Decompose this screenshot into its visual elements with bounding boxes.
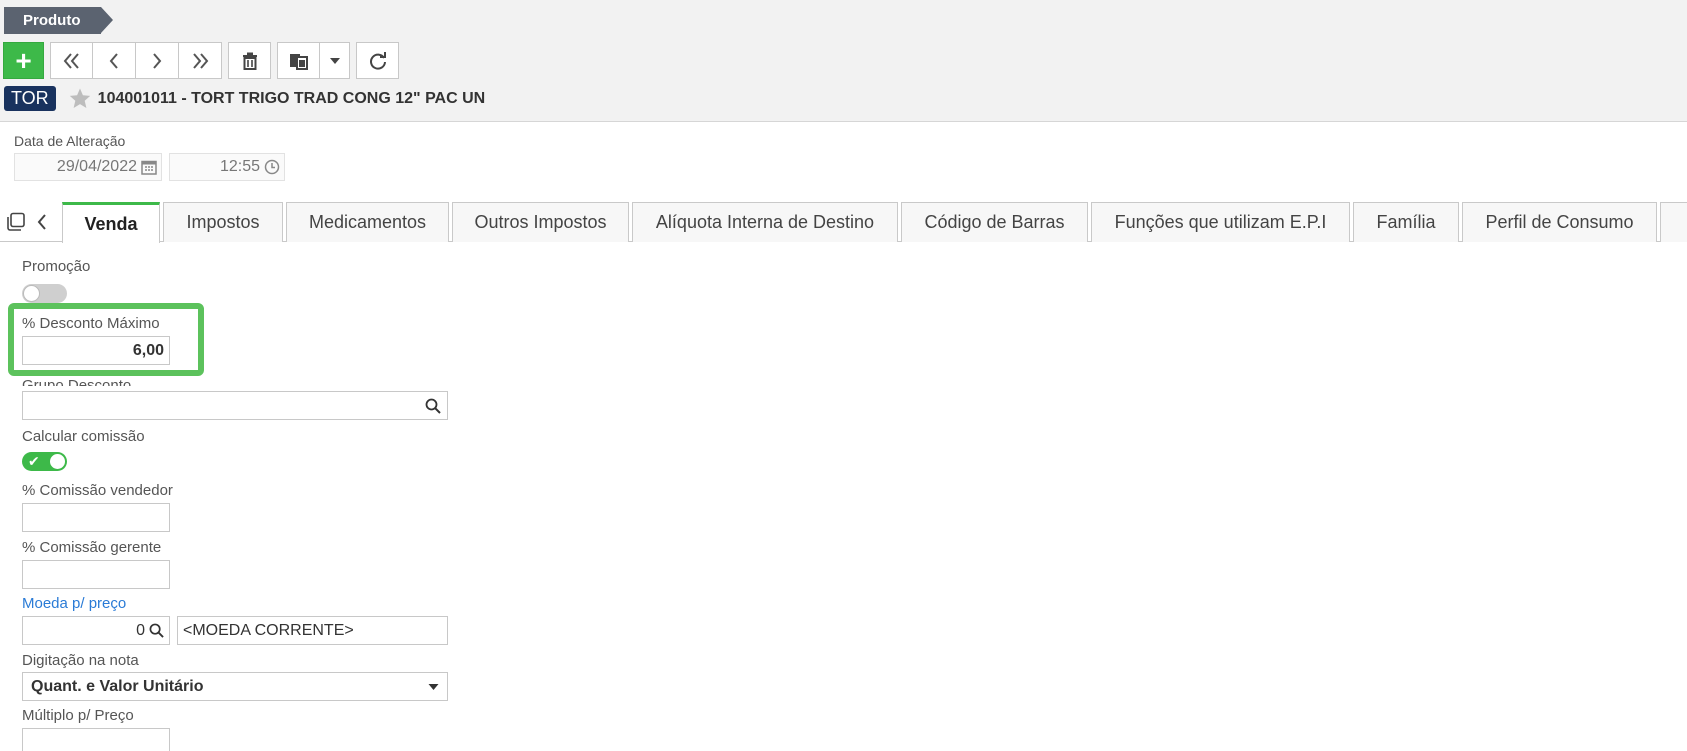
navigation-group [50, 42, 222, 79]
desconto-maximo-input[interactable]: 6,00 [22, 336, 170, 365]
multiplo-preco-input[interactable] [22, 728, 170, 751]
copy-icon [289, 53, 308, 70]
add-button[interactable]: + [3, 42, 44, 79]
record-toolbar: + [3, 42, 399, 79]
trash-icon [242, 52, 257, 70]
comissao-gerente-input[interactable] [22, 560, 170, 589]
record-title: 104001011 - TORT TRIGO TRAD CONG 12" PAC… [97, 89, 486, 107]
caret-down-icon [329, 57, 340, 64]
tab-funcoes-epi[interactable]: Funções que utilizam E.P.I [1091, 202, 1350, 242]
desconto-maximo-label: % Desconto Máximo [22, 315, 160, 332]
multiplo-preco-label: Múltiplo p/ Preço [22, 707, 134, 724]
tab-impostos[interactable]: Impostos [163, 202, 283, 242]
toggle-knob [23, 285, 40, 302]
first-record-button[interactable] [50, 42, 93, 79]
moeda-preco-description: <MOEDA CORRENTE> [177, 616, 448, 645]
moeda-preco-code-input[interactable]: 0 [22, 616, 170, 645]
alteration-time-field: 12:55 [169, 153, 285, 181]
tab-bar: Venda Impostos Medicamentos Outros Impos… [0, 202, 1687, 243]
breadcrumb-item-produto[interactable]: Produto [4, 7, 112, 34]
clock-icon [264, 159, 280, 175]
tab-medicamentos[interactable]: Medicamentos [286, 202, 449, 242]
moeda-preco-label[interactable]: Moeda p/ preço [22, 595, 126, 612]
double-chevron-left-icon [63, 52, 79, 69]
alteration-date-label: Data de Alteração [14, 133, 126, 149]
caret-down-icon [428, 683, 439, 690]
tab-perfil-consumo[interactable]: Perfil de Consumo [1462, 202, 1657, 242]
star-icon[interactable] [69, 88, 91, 109]
digitacao-nota-select[interactable]: Quant. e Valor Unitário [22, 672, 448, 701]
alteration-date-field: 29/04/2022 [14, 153, 162, 181]
refresh-icon [369, 51, 386, 70]
tab-scroll-left-button[interactable] [36, 212, 48, 232]
tab-aliquota-interna-destino[interactable]: Alíquota Interna de Destino [632, 202, 898, 242]
promocao-toggle[interactable] [22, 284, 67, 303]
calendar-icon [141, 160, 157, 175]
search-icon[interactable] [149, 623, 164, 638]
grupo-desconto-label: Grupo Desconto [22, 377, 132, 386]
calcular-comissao-toggle[interactable]: ✔ [22, 452, 67, 471]
plus-icon: + [15, 44, 32, 76]
chevron-left-icon [109, 52, 118, 69]
digitacao-nota-label: Digitação na nota [22, 652, 139, 669]
double-chevron-right-icon [193, 52, 209, 69]
comissao-vendedor-label: % Comissão vendedor [22, 482, 173, 499]
digitacao-nota-value: Quant. e Valor Unitário [31, 677, 204, 695]
tabs-overview-icon [7, 212, 25, 231]
previous-record-button[interactable] [93, 42, 136, 79]
grupo-desconto-input[interactable] [22, 391, 448, 420]
copy-button[interactable] [277, 42, 320, 79]
moeda-preco-description-value: <MOEDA CORRENTE> [183, 621, 354, 639]
desconto-maximo-value: 6,00 [132, 341, 164, 359]
search-icon[interactable] [425, 398, 441, 414]
company-badge: TOR [4, 86, 56, 111]
alteration-date-value: 29/04/2022 [56, 158, 137, 175]
next-record-button[interactable] [136, 42, 179, 79]
alteration-time-value: 12:55 [219, 158, 260, 175]
copy-group [277, 42, 350, 79]
calcular-comissao-label: Calcular comissão [22, 428, 145, 445]
check-icon: ✔ [28, 453, 40, 469]
comissao-gerente-label: % Comissão gerente [22, 539, 162, 556]
tab-venda[interactable]: Venda [62, 202, 160, 243]
moeda-preco-code: 0 [136, 621, 145, 639]
last-record-button[interactable] [179, 42, 222, 79]
tab-outros-impostos[interactable]: Outros Impostos [452, 202, 629, 242]
chevron-right-icon [153, 52, 162, 69]
comissao-vendedor-input[interactable] [22, 503, 170, 532]
chevron-left-icon [37, 214, 46, 230]
record-header: Produto + TOR 104001011 - TORT TRIGO TRA… [0, 0, 1687, 122]
delete-group [228, 42, 271, 79]
refresh-button[interactable] [356, 42, 399, 79]
delete-button[interactable] [228, 42, 271, 79]
tab-overflow[interactable] [1660, 202, 1687, 242]
tab-familia[interactable]: Família [1353, 202, 1459, 242]
toggle-knob [49, 453, 66, 470]
tab-list-button[interactable] [6, 212, 26, 232]
promocao-label: Promoção [22, 258, 91, 275]
refresh-group [356, 42, 399, 79]
tab-codigo-barras[interactable]: Código de Barras [901, 202, 1088, 242]
breadcrumb: Produto [4, 7, 112, 34]
record-identity: TOR 104001011 - TORT TRIGO TRAD CONG 12"… [4, 86, 485, 111]
copy-options-button[interactable] [320, 42, 350, 79]
